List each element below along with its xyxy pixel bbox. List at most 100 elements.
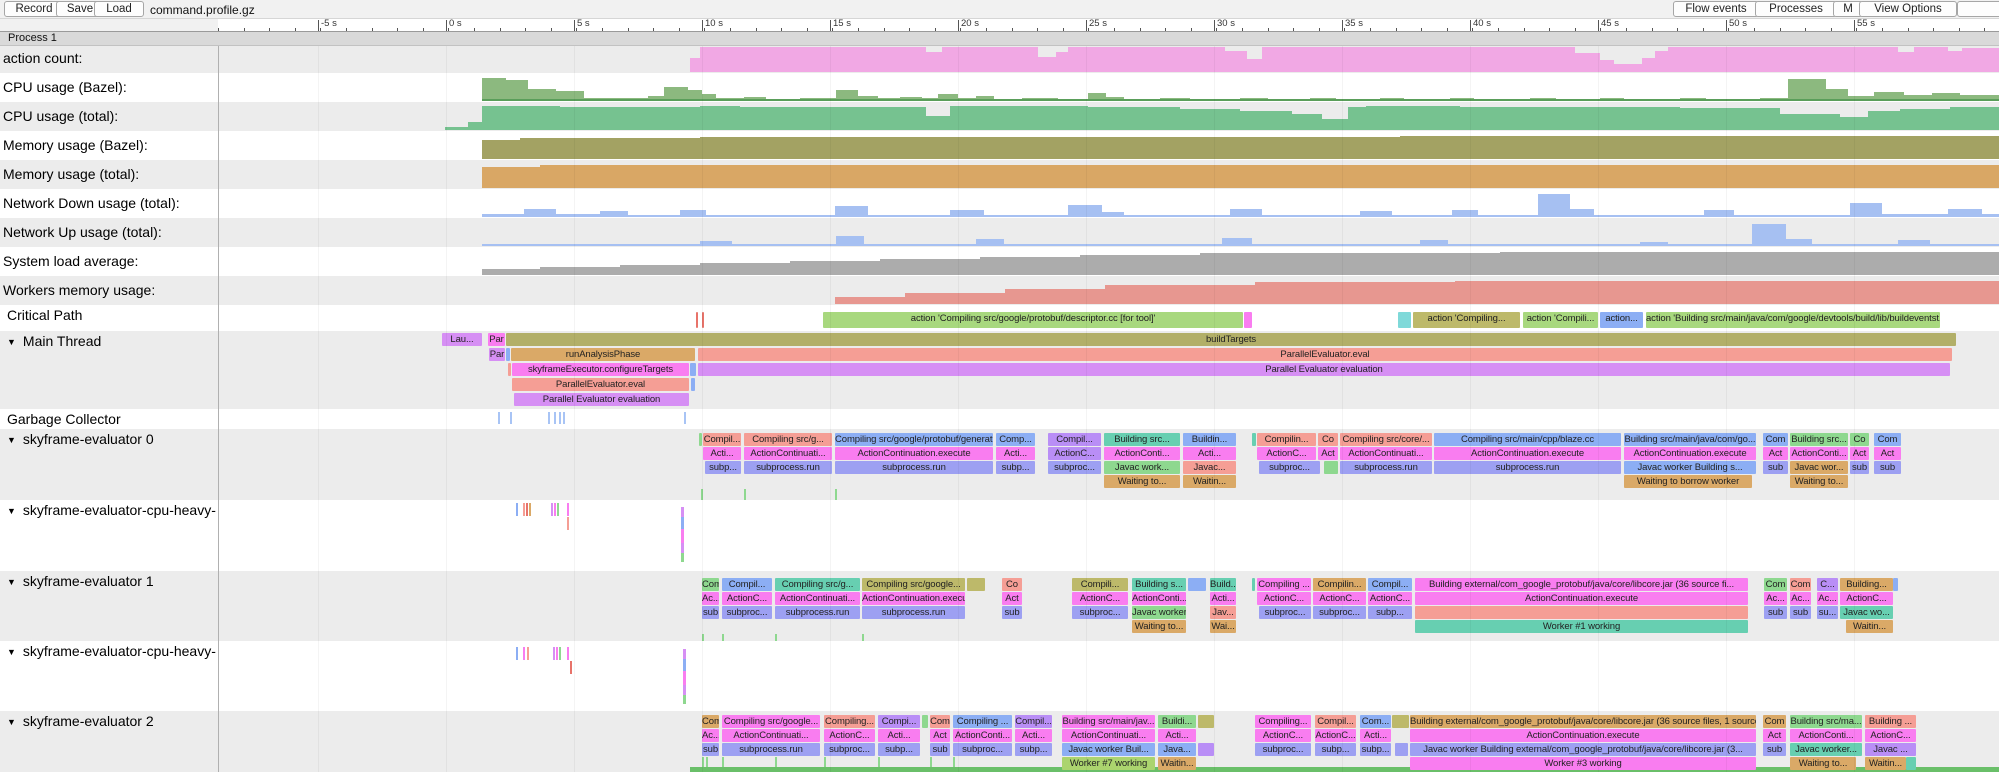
trace-event-bar[interactable]: Ac... xyxy=(1817,592,1838,605)
trace-event-mark[interactable] xyxy=(523,647,525,660)
trace-event-bar[interactable]: Ac... xyxy=(702,592,719,605)
trace-event-bar[interactable]: subprocess.run xyxy=(1340,461,1432,474)
trace-event-mark[interactable] xyxy=(681,529,684,543)
processes-button[interactable]: Processes xyxy=(1755,1,1837,17)
trace-event-bar[interactable]: Javac... xyxy=(1183,461,1236,474)
trace-event-mark[interactable] xyxy=(559,647,561,660)
trace-event-bar[interactable] xyxy=(1244,312,1252,328)
trace-event-bar[interactable] xyxy=(1252,578,1255,591)
counter-chart-cpu-bazel[interactable] xyxy=(218,73,1999,102)
trace-event-bar[interactable]: ActionContinuati... xyxy=(1340,447,1432,460)
trace-event-bar[interactable]: ActionContinuati... xyxy=(1062,729,1155,742)
trace-event-bar[interactable] xyxy=(1395,743,1408,756)
trace-event-bar[interactable]: Building external/com_google_protobuf/ja… xyxy=(1415,578,1748,591)
trace-event-bar[interactable]: Building ... xyxy=(1865,715,1916,728)
trace-event-bar[interactable]: Compil... xyxy=(703,433,741,446)
trace-event-bar[interactable] xyxy=(1893,578,1898,591)
thread-track-skyframe-evaluator-0[interactable]: Compil...Compiling src/g...Compiling src… xyxy=(218,429,1999,500)
trace-event-bar[interactable] xyxy=(506,348,510,361)
trace-event-bar[interactable]: Co xyxy=(1850,433,1869,446)
trace-event-bar[interactable]: ActionC... xyxy=(1257,447,1316,460)
trace-event-bar[interactable]: Waitin... xyxy=(1846,620,1893,633)
trace-event-bar[interactable]: runAnalysisPhase xyxy=(511,348,695,361)
thread-track-garbage-collector[interactable] xyxy=(218,409,1999,429)
trace-event-bar[interactable]: sub xyxy=(1002,606,1022,619)
trace-event-bar[interactable]: Acti... xyxy=(878,729,920,742)
trace-event-bar[interactable]: Javac worker Building s... xyxy=(1624,461,1756,474)
thread-track-skyframe-evaluator-2[interactable]: ComCompiling src/google...Compiling...Co… xyxy=(218,711,1999,772)
timeline-ruler[interactable]: -5 s0 s5 s10 s15 s20 s25 s30 s35 s40 s45… xyxy=(0,18,1999,31)
trace-event-bar[interactable]: Act xyxy=(1874,447,1901,460)
trace-event-bar[interactable]: Ac... xyxy=(702,729,719,742)
trace-event-bar[interactable]: Compil... xyxy=(1015,715,1052,728)
expander-icon[interactable]: ▼ xyxy=(7,717,16,727)
trace-event-mark[interactable] xyxy=(498,412,500,424)
trace-event-bar[interactable]: Waiting to borrow worker xyxy=(1624,475,1752,488)
cut-off-button[interactable] xyxy=(1957,1,1999,17)
trace-event-bar[interactable]: ActionC... xyxy=(1368,592,1412,605)
counter-chart-action-count[interactable] xyxy=(218,44,1999,73)
trace-event-mark[interactable] xyxy=(523,503,525,516)
trace-event-bar[interactable]: Acti... xyxy=(1360,729,1391,742)
thread-label-skyframe-evaluator-cpu-heavy-2[interactable]: ▼skyframe-evaluator-cpu-heavy- xyxy=(7,643,216,659)
trace-event-bar[interactable]: ActionConti... xyxy=(1104,447,1180,460)
trace-event-bar[interactable]: Co xyxy=(1318,433,1338,446)
trace-event-mark[interactable] xyxy=(516,503,518,516)
trace-event-bar[interactable]: action 'Compiling... xyxy=(1413,312,1520,328)
trace-event-bar[interactable]: Building src/main/jav... xyxy=(1062,715,1155,728)
trace-event-bar[interactable]: action 'Compili... xyxy=(1523,312,1598,328)
trace-event-bar[interactable]: Compilin... xyxy=(1313,578,1366,591)
trace-event-mark[interactable] xyxy=(548,412,550,424)
trace-event-bar[interactable]: Act xyxy=(1318,447,1338,460)
trace-event-bar[interactable]: ActionC... xyxy=(1865,729,1916,742)
trace-event-mark[interactable] xyxy=(516,647,518,660)
expander-icon[interactable]: ▼ xyxy=(7,577,16,587)
trace-event-bar[interactable]: Compil... xyxy=(1315,715,1356,728)
trace-event-bar[interactable]: ActionC... xyxy=(1257,592,1311,605)
trace-event-bar[interactable] xyxy=(1324,461,1338,474)
trace-event-bar[interactable]: subprocess.run xyxy=(1434,461,1621,474)
trace-event-bar[interactable]: Build... xyxy=(1210,578,1236,591)
trace-event-mark[interactable] xyxy=(554,412,556,424)
trace-event-bar[interactable]: ParallelEvaluator.eval xyxy=(512,378,689,391)
trace-event-mark[interactable] xyxy=(775,634,777,641)
trace-event-bar[interactable]: Acti... xyxy=(1183,447,1236,460)
trace-event-bar[interactable]: subprocess.run xyxy=(835,461,993,474)
trace-event-bar[interactable]: Com xyxy=(1764,578,1787,591)
trace-event-bar[interactable]: sub xyxy=(1874,461,1901,474)
trace-event-bar[interactable]: subp... xyxy=(1315,743,1356,756)
flow-events-button[interactable]: Flow events xyxy=(1673,1,1759,17)
trace-event-bar[interactable]: ActionC... xyxy=(1313,592,1366,605)
thread-track-skyframe-evaluator-cpu-heavy-1[interactable] xyxy=(218,500,1999,571)
trace-event-bar[interactable]: ActionC... xyxy=(722,592,772,605)
trace-event-bar[interactable]: Javac worker Building external/com_googl… xyxy=(1410,743,1756,756)
trace-event-bar[interactable]: ParallelEvaluator.eval xyxy=(698,348,1952,361)
trace-event-bar[interactable]: Ac... xyxy=(1764,592,1787,605)
trace-event-mark[interactable] xyxy=(567,503,569,516)
trace-event-bar[interactable]: subprocess.run xyxy=(744,461,832,474)
trace-event-bar[interactable]: sub xyxy=(1850,461,1869,474)
trace-event-bar[interactable]: Com xyxy=(702,715,719,728)
trace-event-mark[interactable] xyxy=(557,503,559,516)
thread-track-main-thread[interactable]: Lau...ParbuildTargetsParrunAnalysisPhase… xyxy=(218,331,1999,409)
expander-icon[interactable]: ▼ xyxy=(7,647,16,657)
trace-event-bar[interactable]: Com xyxy=(1790,578,1811,591)
trace-event-bar[interactable]: Ac... xyxy=(1790,592,1811,605)
trace-event-bar[interactable]: Javac wor... xyxy=(1790,461,1848,474)
trace-event-bar[interactable] xyxy=(1252,433,1256,446)
trace-event-bar[interactable]: subp... xyxy=(1360,743,1391,756)
trace-event-bar[interactable]: action 'Compiling src/google/protobuf/de… xyxy=(823,312,1243,328)
trace-event-bar[interactable]: subp... xyxy=(878,743,920,756)
trace-event-bar[interactable]: Lau... xyxy=(442,333,482,346)
trace-event-bar[interactable]: Javac work... xyxy=(1104,461,1180,474)
trace-event-bar[interactable]: action... xyxy=(1600,312,1643,328)
trace-event-bar[interactable] xyxy=(702,312,704,328)
trace-event-mark[interactable] xyxy=(526,503,528,516)
trace-event-mark[interactable] xyxy=(835,489,837,500)
trace-event-bar[interactable] xyxy=(696,312,698,328)
trace-event-bar[interactable]: Compiling src/g... xyxy=(775,578,860,591)
thread-track-critical-path[interactable]: action 'Compiling src/google/protobuf/de… xyxy=(218,305,1999,331)
trace-event-bar[interactable]: Buildin... xyxy=(1183,433,1236,446)
trace-event-bar[interactable]: subproc... xyxy=(1313,606,1366,619)
trace-event-mark[interactable] xyxy=(556,647,558,660)
